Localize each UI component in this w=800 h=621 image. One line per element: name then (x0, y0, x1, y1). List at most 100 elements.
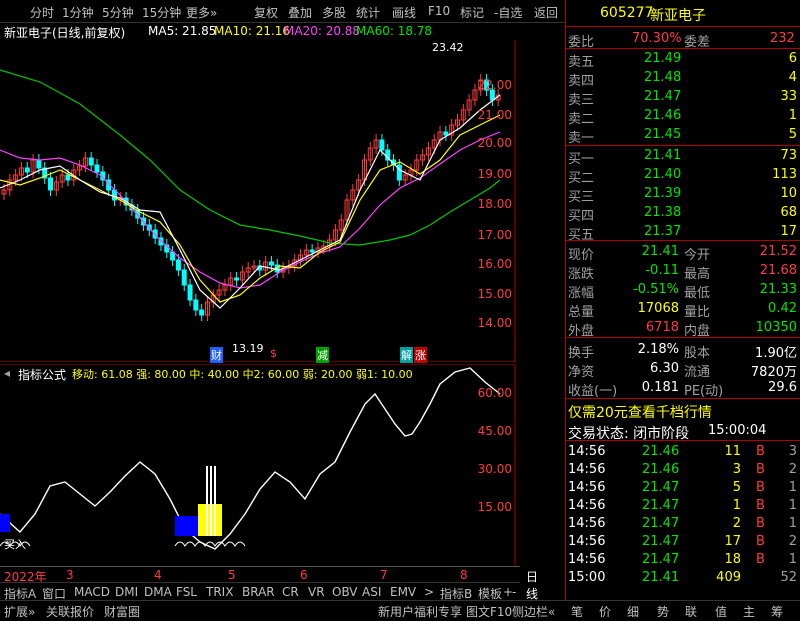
tab-1min[interactable]: 1分钟 (62, 4, 94, 21)
f10-button[interactable]: F10 (428, 4, 450, 18)
tick-volume: 18 (724, 552, 741, 567)
tab-linked[interactable]: 联 (685, 603, 697, 620)
candle-body (268, 261, 274, 266)
tick-price: 21.47 (642, 498, 680, 513)
marker-reduce[interactable]: 减 (316, 347, 329, 363)
tab-related-quotes[interactable]: 关联报价 (46, 603, 94, 620)
tick-price: 21.47 (642, 480, 680, 495)
marker-dividend[interactable]: $ (270, 347, 277, 360)
period-label[interactable]: 日线 (526, 568, 538, 602)
bid-volume: 113 (772, 167, 797, 182)
tab-emv[interactable]: EMV (390, 585, 416, 599)
tab-more-arrow[interactable]: > (424, 585, 434, 599)
overlay-button[interactable]: 叠加 (288, 4, 312, 21)
promo-row[interactable]: 仅需20元查看千档行情 (566, 401, 800, 422)
tab-extend[interactable]: 扩展» (4, 603, 35, 620)
tab-5min[interactable]: 5分钟 (102, 4, 134, 21)
tab-vr[interactable]: VR (308, 585, 325, 599)
tab-main[interactable]: 主 (743, 603, 755, 620)
tab-sidebar[interactable]: 侧边栏« (512, 603, 555, 620)
promo-new-user[interactable]: 新用户福利专享 (378, 603, 462, 620)
tab-asi[interactable]: ASI (362, 585, 381, 599)
date-label: 3 (66, 568, 74, 582)
ask-row[interactable]: 卖一 21.45 5 (566, 126, 800, 146)
bid-price: 21.41 (644, 148, 682, 163)
add-watchlist-button[interactable]: -自选 (494, 4, 522, 21)
promo-text[interactable]: 仅需20元查看千档行情 (568, 402, 712, 422)
ask-price: 21.47 (644, 89, 682, 104)
ask-volume: 5 (788, 127, 797, 142)
ask-row[interactable]: 卖二 21.46 1 (566, 107, 800, 127)
candlestick-chart[interactable]: 22.00 21.00 20.00 19.00 18.00 17.00 16.0… (0, 40, 520, 363)
tab-trades[interactable]: 笔 (571, 603, 583, 620)
bid-row[interactable]: 买四 21.38 68 (566, 204, 800, 224)
indicator-tick: 60.00 (477, 386, 512, 400)
tab-15min[interactable]: 15分钟 (142, 4, 181, 21)
buy-label: 买入 (4, 538, 26, 551)
tab-timeshare[interactable]: 分时 (30, 4, 54, 21)
ask-label: 卖五 (568, 55, 595, 70)
bid-row[interactable]: 买二 21.40 113 (566, 166, 800, 186)
tab-f10-graphic[interactable]: 图文F10 (466, 603, 512, 620)
tick-volume: 3 (732, 462, 741, 477)
marker-limit-up[interactable]: 涨 (414, 347, 427, 363)
tab-macd[interactable]: MACD (74, 585, 110, 599)
right-bottom-bar: 笔 价 细 势 联 值 主 筹 (565, 600, 800, 621)
tab-price[interactable]: 价 (599, 603, 611, 620)
restore-rights-button[interactable]: 复权 (254, 4, 278, 21)
ask-row[interactable]: 卖五 21.49 6 (566, 50, 800, 70)
marker-finance[interactable]: 财 (210, 347, 223, 363)
tab-value[interactable]: 值 (715, 603, 727, 620)
tab-dmi[interactable]: DMI (115, 585, 138, 599)
tab-dma[interactable]: DMA (144, 585, 172, 599)
tick-count: 2 (788, 534, 797, 549)
stat2-value: 6.30 (650, 361, 679, 376)
candle-body (181, 269, 187, 286)
tab-chips[interactable]: 筹 (771, 603, 783, 620)
tab-detail[interactable]: 细 (627, 603, 639, 620)
indicator-axis: 60.00 45.00 30.00 15.00 (472, 364, 520, 566)
stock-header: 605277 新亚电子 (566, 4, 800, 24)
multi-stock-button[interactable]: 多股 (322, 4, 346, 21)
tick-direction: B (756, 462, 765, 477)
stat-value: -0.51% (633, 282, 679, 297)
price-tick: 22.00 (477, 78, 512, 92)
indicator-chart[interactable]: ◂ 指标公式 移动: 61.08 强: 80.00 中: 40.00 中2: 6… (0, 364, 520, 566)
price-tick: 15.00 (477, 287, 512, 301)
stat2-value: 29.6 (768, 380, 797, 395)
indicator-tabs: 指标A 窗口 MACD DMI DMA FSL TRIX BRAR CR VR … (0, 582, 520, 601)
bid-row[interactable]: 买一 21.41 73 (566, 147, 800, 167)
ask-volume: 6 (788, 51, 797, 66)
indicator-expand-icon[interactable]: ◂ (4, 366, 10, 380)
tab-more[interactable]: 更多» (186, 4, 217, 21)
tab-cr[interactable]: CR (282, 585, 299, 599)
tab-obv[interactable]: OBV (332, 585, 358, 599)
bid-volume: 73 (780, 148, 797, 163)
draw-line-button[interactable]: 画线 (392, 4, 416, 21)
tab-trix[interactable]: TRIX (206, 585, 233, 599)
statistics-button[interactable]: 统计 (356, 4, 380, 21)
bid-row[interactable]: 买五 21.37 17 (566, 223, 800, 243)
ask-row[interactable]: 卖三 21.47 33 (566, 88, 800, 108)
mark-button[interactable]: 标记 (460, 4, 484, 21)
tab-wealth-circle[interactable]: 财富圈 (104, 603, 140, 620)
tab-trend[interactable]: 势 (657, 603, 669, 620)
date-axis: 2022年 3 4 5 6 7 8 日线 (0, 566, 538, 601)
webi-row: 委比 70.30% 委差 232 (566, 30, 800, 50)
indicator-label[interactable]: 指标公式 (18, 366, 66, 383)
bid-row[interactable]: 买三 21.39 10 (566, 185, 800, 205)
tab-brar[interactable]: BRAR (242, 585, 275, 599)
tab-fsl[interactable]: FSL (176, 585, 197, 599)
price-axis: 22.00 21.00 20.00 19.00 18.00 17.00 16.0… (472, 40, 520, 362)
status-time: 15:00:04 (708, 423, 767, 438)
stat2-row: 收益(一) 0.181 PE(动) 29.6 (566, 379, 800, 399)
ma5-value: MA5: 21.85 (148, 24, 217, 38)
tick-price: 21.46 (642, 444, 680, 459)
stat2-label: 股本 (684, 346, 711, 361)
tab-minus[interactable]: - (512, 585, 516, 599)
date-label: 7 (380, 568, 388, 582)
back-button[interactable]: 返回 (534, 4, 558, 21)
date-label: 6 (300, 568, 308, 582)
marker-unlock[interactable]: 解 (400, 347, 413, 363)
ask-row[interactable]: 卖四 21.48 4 (566, 69, 800, 89)
